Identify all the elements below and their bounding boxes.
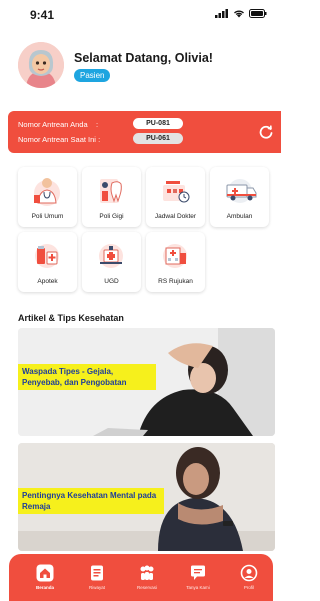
- history-icon: [91, 565, 103, 581]
- home-icon: [36, 564, 54, 582]
- article-caption: Waspada Tipes - Gejala, Penyebab, dan Pe…: [18, 364, 156, 390]
- service-label: Poli Gigi: [99, 213, 124, 220]
- service-tile-ugd[interactable]: UGD: [82, 232, 141, 292]
- service-label: Ambulan: [226, 213, 253, 220]
- status-icons: [215, 9, 267, 18]
- service-label: Poli Umum: [31, 213, 64, 220]
- role-badge: Pasien: [74, 69, 111, 82]
- schedule-icon: [163, 181, 190, 203]
- queue-label-yours: Nomor Antrean Anda :: [18, 120, 99, 129]
- status-bar: 9:41: [0, 0, 281, 30]
- signal-icon: [215, 9, 228, 18]
- reservation-icon: [140, 565, 154, 580]
- refresh-icon[interactable]: [258, 124, 274, 140]
- nav-label: Riwayat: [88, 585, 105, 590]
- article-caption: Pentingnya Kesehatan Mental pada Remaja: [18, 488, 164, 514]
- article-card[interactable]: Pentingnya Kesehatan Mental pada Remaja: [18, 443, 275, 551]
- nav-item-riwayat[interactable]: Riwayat: [77, 564, 117, 590]
- queue-number-current: PU-061: [133, 133, 183, 144]
- hospital-icon: [163, 244, 187, 268]
- pharmacy-icon: [35, 244, 59, 268]
- bottom-nav: Beranda Riwayat Reservasi Tanya Kami Pro…: [9, 554, 273, 601]
- battery-icon: [249, 9, 267, 18]
- service-tile-poli-umum[interactable]: Poli Umum: [18, 167, 77, 227]
- nav-label: Profil: [243, 585, 255, 590]
- profile-icon: [240, 564, 258, 582]
- nav-label: Beranda: [35, 585, 54, 590]
- queue-label-current: Nomor Antrean Saat Ini :: [18, 135, 101, 144]
- wifi-icon: [234, 10, 244, 18]
- service-tile-jadwal-dokter[interactable]: Jadwal Dokter: [146, 167, 205, 227]
- nav-item-tanya-kami[interactable]: Tanya Kami: [178, 564, 218, 590]
- queue-banner: Nomor Antrean Anda : PU-081 Nomor Antrea…: [8, 111, 281, 153]
- status-time: 9:41: [30, 8, 55, 22]
- ambulance-icon: [226, 179, 257, 203]
- queue-row-yours: Nomor Antrean Anda : PU-081: [18, 118, 183, 129]
- tooth-icon: [100, 179, 122, 203]
- section-title: Artikel & Tips Kesehatan: [18, 313, 124, 323]
- chat-icon: [191, 565, 205, 580]
- service-label: RS Rujukan: [158, 278, 193, 285]
- service-tile-poli-gigi[interactable]: Poli Gigi: [82, 167, 141, 227]
- nav-label: Reservasi: [136, 585, 157, 590]
- queue-number-yours: PU-081: [133, 118, 183, 129]
- emergency-icon: [99, 244, 123, 268]
- nav-item-reservasi[interactable]: Reservasi: [127, 564, 167, 590]
- doctor-icon: [34, 178, 60, 206]
- service-label: Apotek: [37, 278, 58, 285]
- greeting-text: Selamat Datang, Olivia!: [74, 51, 213, 65]
- service-label: Jadwal Dokter: [154, 213, 197, 220]
- service-tile-apotek[interactable]: Apotek: [18, 232, 77, 292]
- nav-item-profil[interactable]: Profil: [229, 564, 269, 590]
- greeting-header: Selamat Datang, Olivia! Pasien: [18, 42, 268, 92]
- service-label: UGD: [104, 278, 119, 285]
- queue-row-current: Nomor Antrean Saat Ini : PU-061: [18, 133, 183, 144]
- nav-label: Tanya Kami: [186, 585, 210, 590]
- nav-item-beranda[interactable]: Beranda: [25, 564, 65, 590]
- avatar[interactable]: [18, 42, 64, 88]
- service-tile-rs-rujukan[interactable]: RS Rujukan: [146, 232, 205, 292]
- article-card[interactable]: Waspada Tipes - Gejala, Penyebab, dan Pe…: [18, 328, 275, 436]
- service-tile-ambulan[interactable]: Ambulan: [210, 167, 269, 227]
